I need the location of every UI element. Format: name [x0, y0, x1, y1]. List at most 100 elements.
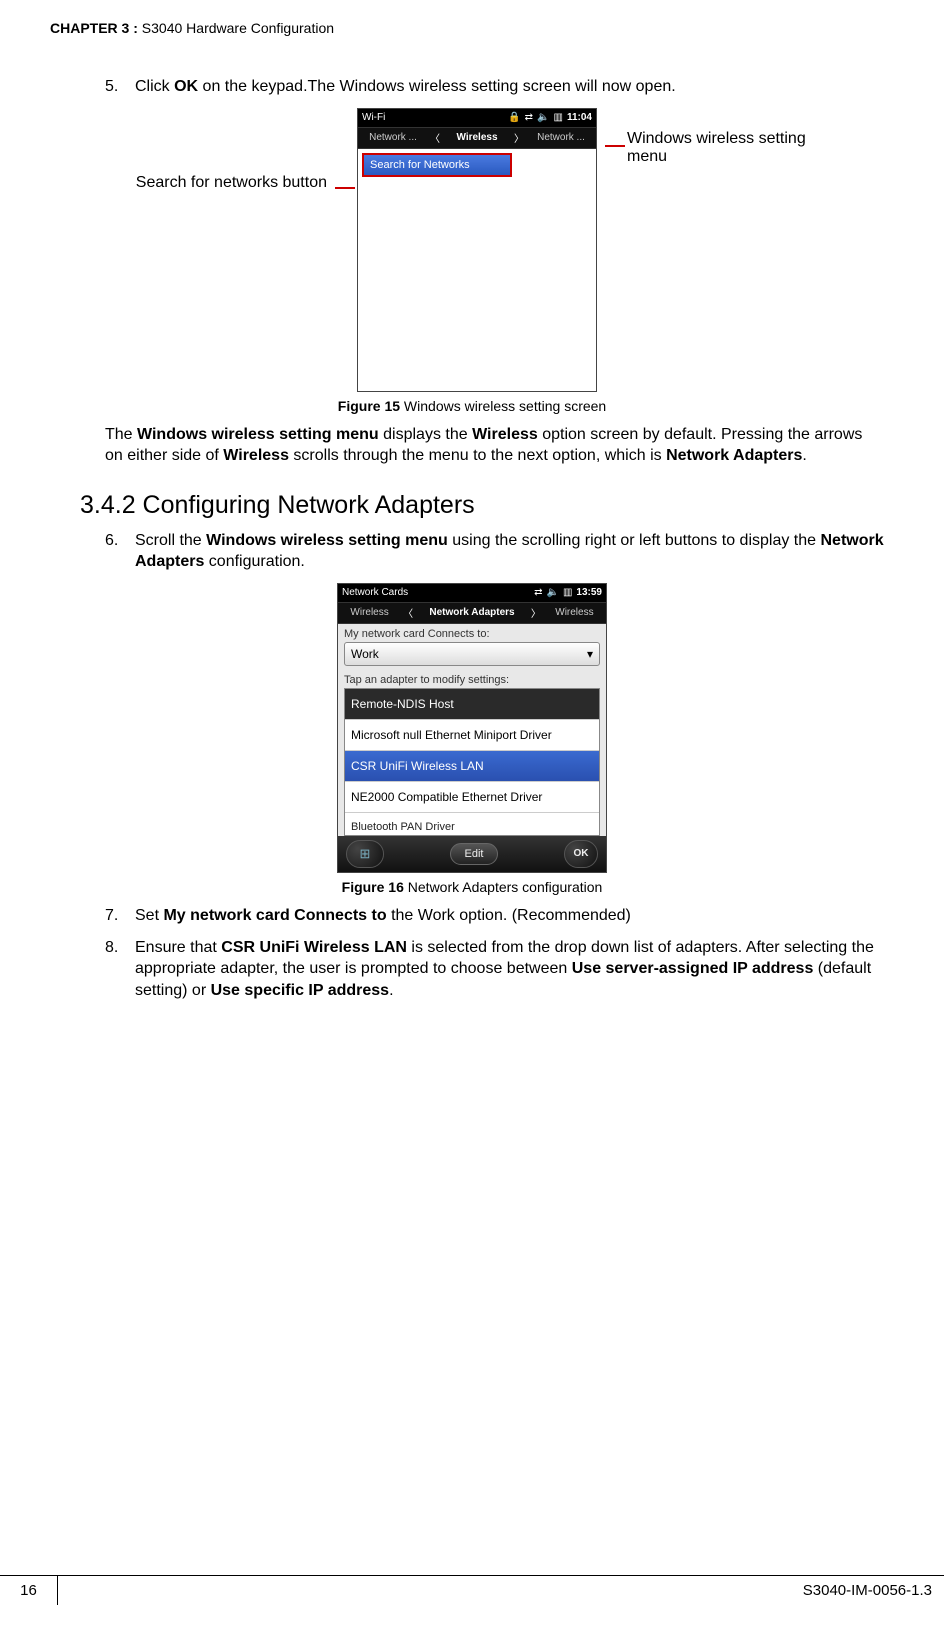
text: configuration.	[204, 553, 305, 570]
select-value: Work	[351, 647, 379, 661]
adapter-item[interactable]: Bluetooth PAN Driver	[345, 813, 599, 835]
bold: Use specific IP address	[211, 982, 389, 999]
wireless-menu-bar[interactable]: Network ... 〈 Wireless 〉 Network ...	[358, 127, 596, 149]
nc-title: Network Cards	[342, 587, 408, 598]
search-for-networks-button[interactable]: Search for Networks	[362, 153, 512, 177]
bold: My network card Connects to	[163, 907, 386, 924]
doc-id: S3040-IM-0056-1.3	[58, 1576, 944, 1605]
menu-left[interactable]: Wireless	[338, 607, 401, 618]
step-number: 8.	[105, 937, 135, 1002]
figure-15-row: Search for networks button Wi-Fi 🔒 ⇄ 🔈 ▥…	[50, 108, 894, 392]
volume-icon: 🔈	[537, 112, 549, 123]
ok-label: OK	[174, 78, 198, 95]
menu-right[interactable]: Network ...	[526, 132, 596, 143]
adapter-item[interactable]: Remote-NDIS Host	[345, 689, 599, 720]
bold: Windows wireless setting menu	[137, 426, 379, 443]
battery-icon: ▥	[554, 112, 563, 123]
step-text: Scroll the Windows wireless setting menu…	[135, 530, 884, 573]
battery-icon: ▥	[563, 587, 572, 598]
clock: 13:59	[576, 587, 602, 598]
text: .	[802, 447, 806, 464]
figure-15-caption: Figure 15 Windows wireless setting scree…	[50, 398, 894, 414]
bold: Windows wireless setting menu	[206, 532, 448, 549]
adapter-item[interactable]: Microsoft null Ethernet Miniport Driver	[345, 720, 599, 751]
clock: 11:04	[567, 112, 592, 123]
text: displays the	[379, 426, 472, 443]
device-screenshot-1: Wi-Fi 🔒 ⇄ 🔈 ▥ 11:04 Network ... 〈 Wirele…	[357, 108, 597, 392]
red-connector-left	[335, 108, 349, 198]
red-connector-right	[605, 108, 619, 156]
bold: Wireless	[223, 447, 289, 464]
text: on the keypad.The Windows wireless setti…	[198, 78, 676, 95]
text: using the scrolling right or left button…	[448, 532, 821, 549]
step-7: 7. Set My network card Connects to the W…	[105, 905, 884, 927]
figure-title: Windows wireless setting screen	[400, 398, 606, 414]
chevron-right-icon[interactable]: 〉	[529, 605, 543, 620]
annotation-left: Search for networks button	[107, 108, 327, 192]
step-number: 5.	[105, 76, 135, 98]
tap-adapter-label: Tap an adapter to modify settings:	[338, 670, 606, 688]
step-text: Set My network card Connects to the Work…	[135, 905, 884, 927]
step-number: 6.	[105, 530, 135, 573]
chapter-header: CHAPTER 3 : S3040 Hardware Configuration	[50, 20, 894, 36]
bold: CSR UniFi Wireless LAN	[221, 939, 407, 956]
text: The	[105, 426, 137, 443]
edit-button[interactable]: Edit	[450, 843, 499, 865]
text: .	[389, 982, 393, 999]
bottom-bar: ⊞ Edit OK	[338, 836, 606, 872]
bold: Use server-assigned IP address	[572, 960, 814, 977]
text: Ensure that	[135, 939, 221, 956]
adapter-item-selected[interactable]: CSR UniFi Wireless LAN	[345, 751, 599, 782]
annotation-wireless-menu: Windows wireless setting menu	[627, 130, 806, 165]
status-bar: Network Cards ⇄ 🔈 ▥ 13:59	[338, 584, 606, 602]
menu-right[interactable]: Wireless	[543, 607, 606, 618]
text: the Work option. (Recommended)	[387, 907, 631, 924]
step-5: 5. Click OK on the keypad.The Windows wi…	[105, 76, 884, 98]
step-8: 8. Ensure that CSR UniFi Wireless LAN is…	[105, 937, 884, 1002]
network-adapters-menu-bar[interactable]: Wireless 〈 Network Adapters 〉 Wireless	[338, 602, 606, 624]
figure-number: Figure 15	[338, 398, 400, 414]
annotation-search-button: Search for networks button	[136, 174, 327, 191]
sync-icon: ⇄	[525, 112, 533, 123]
text: Scroll the	[135, 532, 206, 549]
wifi-title: Wi-Fi	[362, 112, 385, 123]
bold: Network Adapters	[666, 447, 802, 464]
sync-icon: ⇄	[534, 587, 542, 598]
chapter-label: CHAPTER 3 :	[50, 20, 138, 36]
figure-16-caption: Figure 16 Network Adapters configuration	[50, 879, 894, 895]
adapter-list: Remote-NDIS Host Microsoft null Ethernet…	[344, 688, 600, 836]
page-footer: 16 S3040-IM-0056-1.3	[0, 1575, 944, 1605]
status-bar: Wi-Fi 🔒 ⇄ 🔈 ▥ 11:04	[358, 109, 596, 127]
adapter-item[interactable]: NE2000 Compatible Ethernet Driver	[345, 782, 599, 813]
step-number: 7.	[105, 905, 135, 927]
figure-title: Network Adapters configuration	[404, 879, 602, 895]
text: scrolls through the menu to the next opt…	[289, 447, 666, 464]
menu-left[interactable]: Network ...	[358, 132, 428, 143]
step-text: Ensure that CSR UniFi Wireless LAN is se…	[135, 937, 884, 1002]
ok-button[interactable]: OK	[564, 840, 598, 868]
volume-icon: 🔈	[547, 587, 559, 598]
connects-to-label: My network card Connects to:	[338, 624, 606, 642]
paragraph-menu-desc: The Windows wireless setting menu displa…	[105, 424, 884, 467]
chevron-right-icon[interactable]: 〉	[512, 130, 526, 145]
chevron-left-icon[interactable]: 〈	[401, 605, 415, 620]
windows-button[interactable]: ⊞	[346, 840, 384, 868]
text: Click	[135, 78, 174, 95]
text: Set	[135, 907, 163, 924]
menu-center: Wireless	[442, 132, 512, 143]
blank-area	[358, 181, 596, 391]
bold: Wireless	[472, 426, 538, 443]
step-6: 6. Scroll the Windows wireless setting m…	[105, 530, 884, 573]
chevron-down-icon: ▾	[587, 647, 593, 661]
figure-number: Figure 16	[342, 879, 404, 895]
chapter-title: S3040 Hardware Configuration	[138, 20, 334, 36]
chevron-left-icon[interactable]: 〈	[428, 130, 442, 145]
lock-icon: 🔒	[508, 112, 520, 123]
device-screenshot-2: Network Cards ⇄ 🔈 ▥ 13:59 Wireless 〈 Net…	[337, 583, 607, 873]
connects-to-select[interactable]: Work ▾	[344, 642, 600, 666]
subsection-heading: 3.4.2 Configuring Network Adapters	[80, 491, 894, 520]
page-number: 16	[0, 1576, 58, 1605]
step-text: Click OK on the keypad.The Windows wirel…	[135, 76, 884, 98]
menu-center: Network Adapters	[415, 607, 529, 618]
annotation-right: Windows wireless setting menu	[627, 108, 837, 166]
